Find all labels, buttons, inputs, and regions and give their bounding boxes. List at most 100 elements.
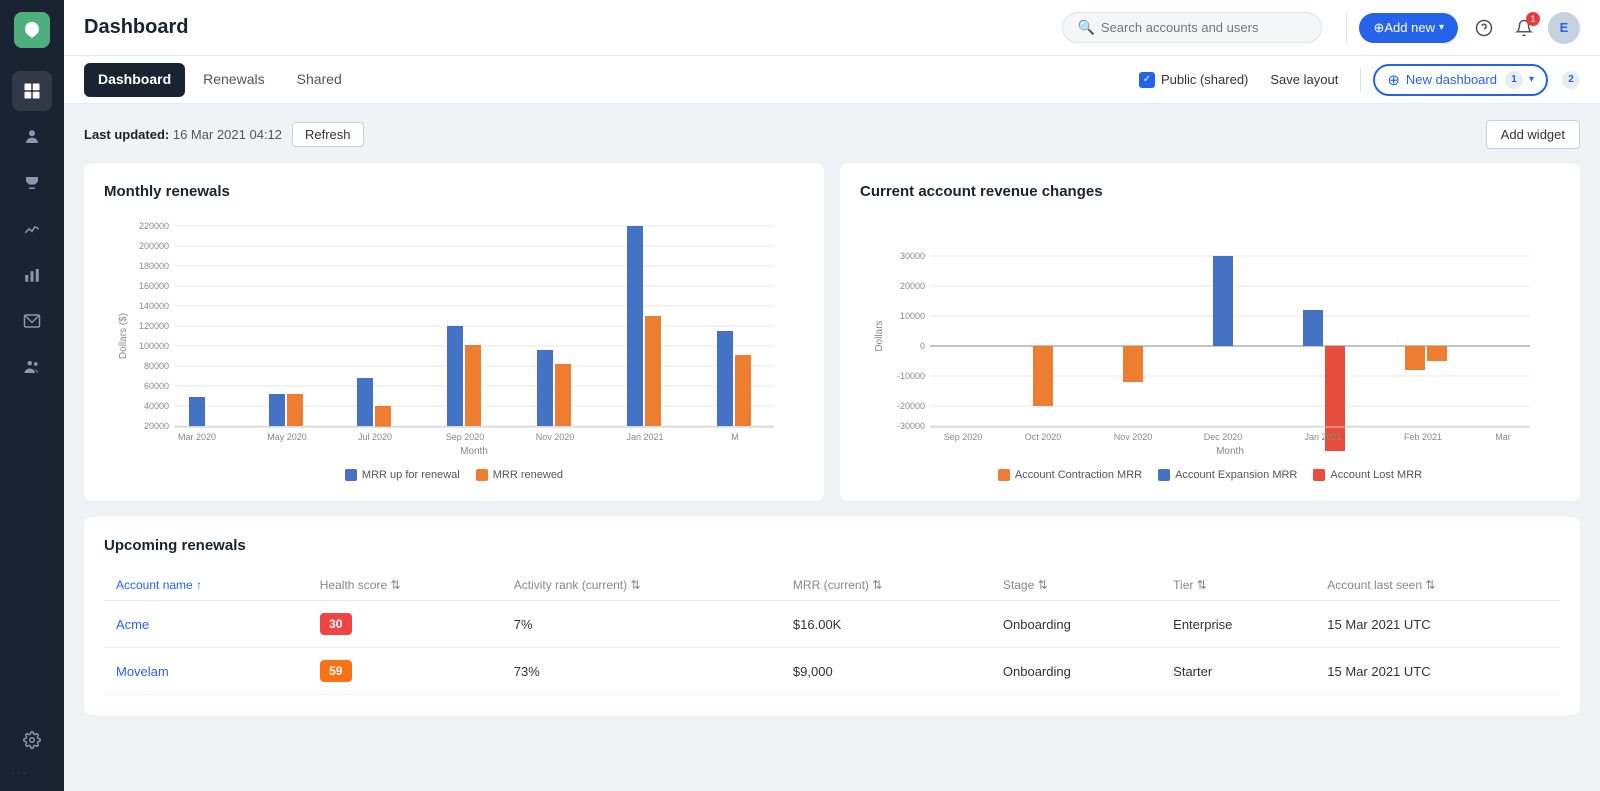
revenue-changes-legend: Account Contraction MRR Account Expansio… [860,469,1560,481]
table-body: Acme 30 7% $16.00K Onboarding Enterprise… [104,601,1560,695]
legend-item-lost: Account Lost MRR [1313,469,1422,481]
new-dashboard-plus-icon: ⊕ [1387,71,1400,89]
svg-text:140000: 140000 [139,301,169,311]
svg-text:Jan 2021: Jan 2021 [1304,432,1341,442]
monthly-renewals-card: Monthly renewals Dollars ($) [84,163,824,501]
sidebar-item-person[interactable] [12,117,52,157]
legend-item-renewal: MRR up for renewal [345,469,460,481]
svg-text:Sep 2020: Sep 2020 [446,432,485,442]
col-last-seen[interactable]: Account last seen ⇅ [1315,570,1560,601]
svg-text:-30000: -30000 [897,421,925,431]
main-area: Dashboard 🔍 ⊕ Add new ▾ 1 E Dashboard Re… [64,0,1600,791]
account-name-acme[interactable]: Acme [104,601,308,648]
svg-text:-20000: -20000 [897,401,925,411]
table-row: Acme 30 7% $16.00K Onboarding Enterprise… [104,601,1560,648]
last-updated-text: Last updated: 16 Mar 2021 04:12 [84,127,282,142]
revenue-changes-chart: Dollars 30000 200 [860,216,1560,461]
refresh-button[interactable]: Refresh [292,122,364,147]
col-tier[interactable]: Tier ⇅ [1161,570,1315,601]
logo[interactable] [14,12,50,48]
sidebar: ··· [0,0,64,791]
update-bar: Last updated: 16 Mar 2021 04:12 Refresh … [84,120,1580,149]
health-score-acme: 30 [308,601,502,648]
search-input[interactable] [1101,20,1308,35]
col-stage[interactable]: Stage ⇅ [991,570,1161,601]
upcoming-renewals-title: Upcoming renewals [104,537,1560,554]
sidebar-item-mail[interactable] [12,301,52,341]
svg-text:May 2020: May 2020 [267,432,307,442]
svg-text:80000: 80000 [144,361,169,371]
public-shared-toggle[interactable]: ✓ Public (shared) [1139,72,1248,88]
search-icon: 🔍 [1077,19,1094,36]
account-name-movelam[interactable]: Movelam [104,648,308,695]
last-seen-acme: 15 Mar 2021 UTC [1315,601,1560,648]
activity-rank-movelam: 73% [502,648,781,695]
svg-text:Nov 2020: Nov 2020 [1114,432,1153,442]
tab-renewals[interactable]: Renewals [189,63,278,97]
tab-dashboard[interactable]: Dashboard [84,63,185,97]
stage-acme: Onboarding [991,601,1161,648]
col-account-name[interactable]: Account name ↑ [104,570,308,601]
svg-text:30000: 30000 [900,251,925,261]
save-layout-button[interactable]: Save layout [1260,66,1348,93]
sidebar-item-people[interactable] [12,347,52,387]
legend-label-expansion: Account Expansion MRR [1175,469,1297,481]
avatar[interactable]: E [1548,12,1580,44]
notifications-button[interactable]: 1 [1508,12,1540,44]
svg-text:120000: 120000 [139,321,169,331]
sort-icon-activity: ⇅ [630,578,640,592]
svg-text:160000: 160000 [139,281,169,291]
sidebar-item-home[interactable] [12,71,52,111]
monthly-renewals-chart: Dollars ($) 220000 [104,216,804,461]
renewals-table: Account name ↑ Health score ⇅ Activity r… [104,570,1560,695]
subnav-divider [1360,68,1361,92]
legend-dot-lost [1313,469,1325,481]
sidebar-item-trophy[interactable] [12,163,52,203]
legend-dot-renewal [345,469,357,481]
tab-shared[interactable]: Shared [283,63,356,97]
svg-text:40000: 40000 [144,401,169,411]
add-new-button[interactable]: ⊕ Add new ▾ [1359,13,1458,43]
upcoming-renewals-card: Upcoming renewals Account name ↑ Health … [84,517,1580,715]
sort-icon-stage: ⇅ [1038,578,1048,592]
content-area: Last updated: 16 Mar 2021 04:12 Refresh … [64,104,1600,791]
stage-movelam: Onboarding [991,648,1161,695]
sidebar-item-bar-chart[interactable] [12,255,52,295]
svg-text:Mar: Mar [1495,432,1511,442]
new-dashboard-button[interactable]: ⊕ New dashboard 1 ▾ [1373,64,1548,96]
sort-icon-health: ⇅ [390,578,400,592]
topbar: Dashboard 🔍 ⊕ Add new ▾ 1 E [64,0,1600,56]
mrr-acme: $16.00K [781,601,991,648]
svg-text:Feb 2021: Feb 2021 [1404,432,1442,442]
help-button[interactable] [1468,12,1500,44]
topbar-divider [1346,14,1347,42]
sort-icon-tier: ⇅ [1197,578,1207,592]
sidebar-item-settings[interactable] [12,720,52,760]
svg-text:220000: 220000 [139,221,169,231]
public-shared-label: Public (shared) [1161,72,1248,87]
legend-item-renewed: MRR renewed [476,469,563,481]
legend-label-renewed: MRR renewed [493,469,563,481]
col-activity-rank[interactable]: Activity rank (current) ⇅ [502,570,781,601]
revenue-changes-card: Current account revenue changes Dollars [840,163,1580,501]
public-shared-checkbox[interactable]: ✓ [1139,72,1155,88]
col-mrr[interactable]: MRR (current) ⇅ [781,570,991,601]
add-widget-button[interactable]: Add widget [1486,120,1580,149]
col-health-score[interactable]: Health score ⇅ [308,570,502,601]
add-new-plus-icon: ⊕ [1373,20,1384,36]
search-box[interactable]: 🔍 [1062,12,1322,43]
health-badge-acme: 30 [320,613,352,635]
svg-text:180000: 180000 [139,261,169,271]
activity-rank-acme: 7% [502,601,781,648]
health-score-movelam: 59 [308,648,502,695]
last-seen-movelam: 15 Mar 2021 UTC [1315,648,1560,695]
svg-text:10000: 10000 [900,311,925,321]
legend-label-contraction: Account Contraction MRR [1015,469,1142,481]
tab-number-2: 2 [1562,71,1580,89]
legend-dot-expansion [1158,469,1170,481]
svg-text:20000: 20000 [900,281,925,291]
svg-text:M: M [731,432,739,442]
new-dashboard-label: New dashboard [1406,72,1497,87]
sidebar-item-chart-line[interactable] [12,209,52,249]
svg-text:0: 0 [920,341,925,351]
